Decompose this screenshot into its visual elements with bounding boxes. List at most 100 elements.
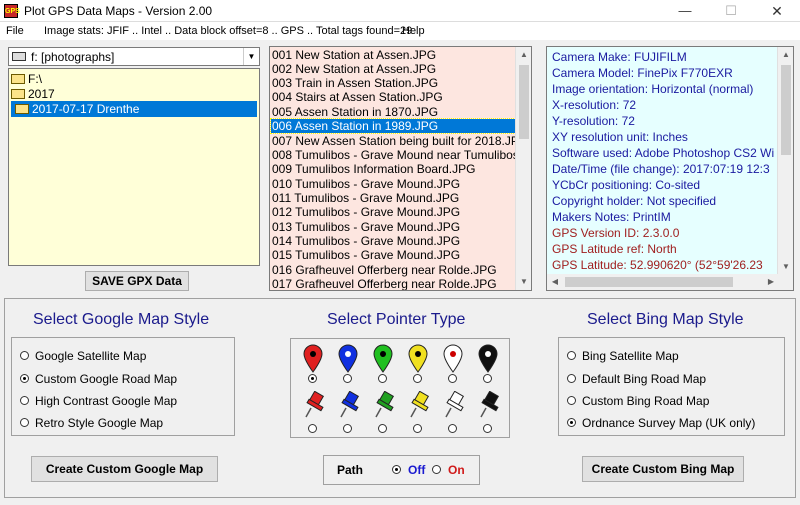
yellow-marker-icon[interactable]: [407, 343, 429, 373]
file-item[interactable]: 001 New Station at Assen.JPG: [271, 48, 517, 62]
white-marker-radio[interactable]: [448, 374, 457, 383]
window-title: Plot GPS Data Maps - Version 2.00: [24, 4, 213, 18]
exif-vertical-scrollbar[interactable]: ▲ ▼: [777, 47, 793, 275]
bing-options-group: Bing Satellite Map Default Bing Road Map…: [558, 337, 785, 436]
file-item-selected[interactable]: 006 Assen Station in 1989.JPG: [270, 118, 518, 134]
directory-item[interactable]: F:\: [11, 71, 42, 87]
file-item[interactable]: 003 Train in Assen Station.JPG: [271, 76, 517, 90]
blue-marker-icon[interactable]: [337, 343, 359, 373]
file-item[interactable]: 008 Tumulibos - Grave Mound near Tumulib…: [271, 148, 517, 162]
white-marker-icon[interactable]: [442, 343, 464, 373]
radio-icon[interactable]: [20, 351, 29, 361]
scroll-thumb[interactable]: [565, 277, 733, 287]
file-item[interactable]: 017 Grafheuvel Offerberg near Rolde.JPG: [271, 277, 517, 290]
red-pushpin-icon[interactable]: [303, 391, 325, 419]
folder-open-icon: [11, 73, 25, 84]
exif-item: Y-resolution: 72: [552, 114, 635, 128]
google-option-label: Google Satellite Map: [35, 349, 147, 363]
file-item[interactable]: 016 Grafheuvel Offerberg near Rolde.JPG: [271, 263, 517, 277]
path-on-label[interactable]: On: [448, 463, 465, 477]
create-google-map-button[interactable]: Create Custom Google Map: [31, 456, 218, 482]
green-pushpin-radio[interactable]: [378, 424, 387, 433]
scroll-up-icon[interactable]: ▲: [516, 47, 531, 63]
google-options-group: Google Satellite Map Custom Google Road …: [11, 337, 235, 436]
drive-value: f: [photographs]: [31, 50, 115, 64]
bing-option-ordnance-survey[interactable]: Ordnance Survey Map (UK only): [567, 415, 755, 431]
exif-list[interactable]: Camera Make: FUJIFILM Camera Model: Fine…: [546, 46, 794, 291]
bing-option-label: Ordnance Survey Map (UK only): [582, 416, 756, 430]
path-off-radio[interactable]: [392, 465, 401, 474]
yellow-marker-radio[interactable]: [413, 374, 422, 383]
google-option-high-contrast[interactable]: High Contrast Google Map: [20, 393, 177, 409]
black-pushpin-icon[interactable]: [478, 391, 500, 419]
red-marker-radio[interactable]: [308, 374, 317, 383]
yellow-pushpin-radio[interactable]: [413, 424, 422, 433]
bing-option-custom-road[interactable]: Custom Bing Road Map: [567, 393, 709, 409]
google-option-label: Custom Google Road Map: [35, 372, 178, 386]
red-pushpin-radio[interactable]: [308, 424, 317, 433]
directory-item[interactable]: 2017: [11, 86, 55, 102]
scroll-down-icon[interactable]: ▼: [516, 274, 531, 290]
file-item[interactable]: 011 Tumulibos - Grave Mound.JPG: [271, 191, 517, 205]
yellow-pushpin-icon[interactable]: [408, 391, 430, 419]
black-pushpin-radio[interactable]: [483, 424, 492, 433]
file-item[interactable]: 004 Stairs at Assen Station.JPG: [271, 90, 517, 104]
radio-icon[interactable]: [567, 351, 576, 361]
white-pushpin-radio[interactable]: [448, 424, 457, 433]
file-item[interactable]: 010 Tumulibos - Grave Mound.JPG: [271, 177, 517, 191]
bing-option-default-road[interactable]: Default Bing Road Map: [567, 371, 706, 387]
chevron-down-icon[interactable]: ▼: [243, 48, 259, 65]
drive-select[interactable]: f: [photographs] ▼: [8, 47, 260, 66]
minimize-button[interactable]: —: [662, 0, 708, 22]
green-pushpin-icon[interactable]: [373, 391, 395, 419]
file-item[interactable]: 009 Tumulibos Information Board.JPG: [271, 162, 517, 176]
exif-item: Makers Notes: PrintIM: [552, 210, 671, 224]
black-marker-icon[interactable]: [477, 343, 499, 373]
google-option-retro[interactable]: Retro Style Google Map: [20, 415, 163, 431]
path-off-label[interactable]: Off: [408, 463, 425, 477]
blue-pushpin-radio[interactable]: [343, 424, 352, 433]
google-option-custom-road[interactable]: Custom Google Road Map: [20, 371, 177, 387]
menu-help[interactable]: Help: [402, 25, 425, 37]
white-pushpin-icon[interactable]: [443, 391, 465, 419]
radio-icon[interactable]: [567, 396, 576, 406]
bing-option-satellite[interactable]: Bing Satellite Map: [567, 348, 679, 364]
radio-checked-icon[interactable]: [567, 418, 576, 428]
scroll-corner: [777, 274, 793, 290]
directory-item[interactable]: 2017-07-17 Drenthe: [11, 101, 257, 117]
radio-icon[interactable]: [20, 396, 29, 406]
file-item[interactable]: 013 Tumulibos - Grave Mound.JPG: [271, 220, 517, 234]
scroll-up-icon[interactable]: ▲: [778, 47, 793, 63]
file-item[interactable]: 007 New Assen Station being built for 20…: [271, 134, 517, 148]
radio-icon[interactable]: [567, 374, 576, 384]
scroll-thumb[interactable]: [519, 65, 529, 139]
maximize-button[interactable]: ☐: [708, 0, 754, 22]
green-marker-radio[interactable]: [378, 374, 387, 383]
create-bing-map-button[interactable]: Create Custom Bing Map: [582, 456, 744, 482]
file-item[interactable]: 002 New Station at Assen.JPG: [271, 62, 517, 76]
file-item[interactable]: 015 Tumulibos - Grave Mound.JPG: [271, 248, 517, 262]
google-option-satellite[interactable]: Google Satellite Map: [20, 348, 146, 364]
file-item[interactable]: 014 Tumulibos - Grave Mound.JPG: [271, 234, 517, 248]
file-item[interactable]: 005 Assen Station in 1870.JPG: [271, 105, 517, 119]
file-list[interactable]: 001 New Station at Assen.JPG 002 New Sta…: [269, 46, 532, 291]
file-list-scrollbar[interactable]: ▲ ▼: [515, 47, 531, 290]
blue-pushpin-icon[interactable]: [338, 391, 360, 419]
file-item[interactable]: 012 Tumulibos - Grave Mound.JPG: [271, 205, 517, 219]
scroll-down-icon[interactable]: ▼: [778, 259, 793, 275]
black-marker-radio[interactable]: [483, 374, 492, 383]
blue-marker-radio[interactable]: [343, 374, 352, 383]
radio-checked-icon[interactable]: [20, 374, 29, 384]
save-gpx-button[interactable]: SAVE GPX Data: [85, 271, 189, 291]
close-button[interactable]: ✕: [754, 0, 800, 22]
exif-item: Copyright holder: Not specified: [552, 194, 717, 208]
radio-icon[interactable]: [20, 418, 29, 428]
scroll-thumb[interactable]: [781, 65, 791, 155]
directory-list[interactable]: F:\ 2017 2017-07-17 Drenthe: [8, 68, 260, 266]
scroll-left-icon[interactable]: ◀: [547, 274, 563, 290]
green-marker-icon[interactable]: [372, 343, 394, 373]
red-marker-icon[interactable]: [302, 343, 324, 373]
menu-file[interactable]: File: [6, 25, 24, 37]
path-on-radio[interactable]: [432, 465, 441, 474]
exif-horizontal-scrollbar[interactable]: ◀ ▶: [547, 274, 779, 290]
